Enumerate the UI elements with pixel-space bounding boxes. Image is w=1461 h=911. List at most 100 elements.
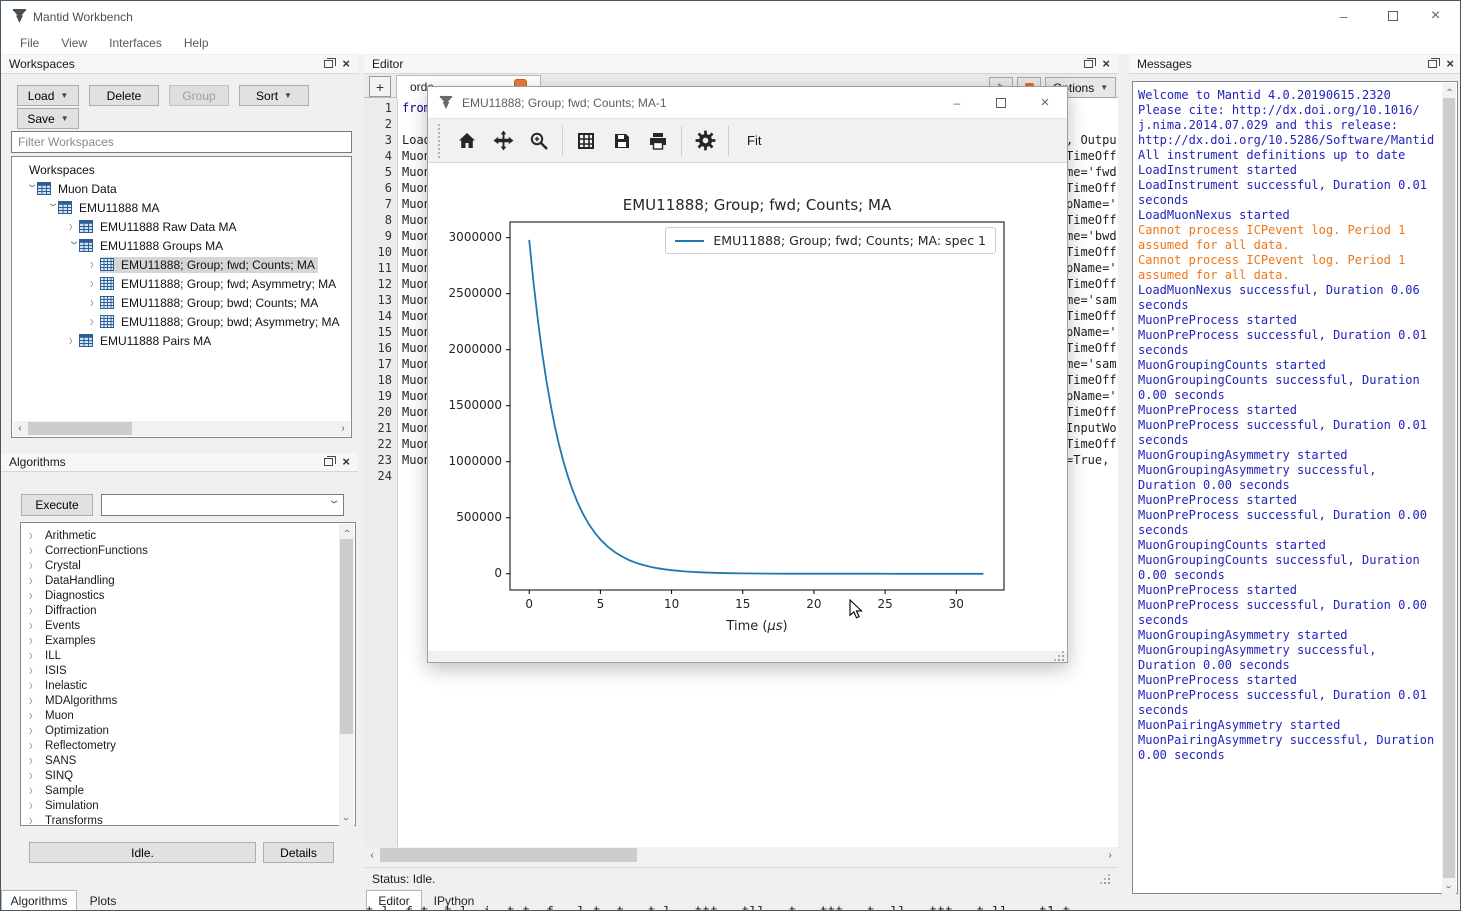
algorithm-category[interactable]: ›ILL	[21, 648, 355, 663]
chevron-right-icon[interactable]: ›	[29, 737, 39, 754]
details-button[interactable]: Details	[263, 842, 334, 863]
algorithm-category[interactable]: ›DataHandling	[21, 573, 355, 588]
pan-icon[interactable]	[490, 128, 516, 154]
chevron-right-icon[interactable]: ›	[29, 752, 39, 769]
chevron-down-icon[interactable]: ›	[66, 241, 83, 251]
sort-button[interactable]: Sort▼	[239, 85, 309, 106]
chevron-right-icon[interactable]: ›	[90, 294, 100, 311]
workspace-tree-item[interactable]: ›EMU11888; Group; bwd; Counts; MA	[12, 293, 351, 312]
zoom-icon[interactable]	[526, 128, 552, 154]
close-panel-icon[interactable]: ×	[342, 59, 350, 69]
scroll-right-icon[interactable]: ›	[1105, 849, 1115, 861]
chevron-right-icon[interactable]: ›	[29, 797, 39, 814]
algorithm-category[interactable]: ›MDAlgorithms	[21, 693, 355, 708]
save-icon[interactable]	[609, 128, 635, 154]
scroll-down-icon[interactable]: ›	[1444, 882, 1454, 892]
scroll-left-icon[interactable]: ‹	[15, 423, 25, 434]
algorithm-category[interactable]: ›Reflectometry	[21, 738, 355, 753]
algorithms-vscrollbar[interactable]: › ›	[339, 524, 354, 826]
chevron-right-icon[interactable]: ›	[90, 256, 100, 273]
algorithm-search-combobox[interactable]: ›	[101, 494, 344, 516]
close-button[interactable]: ×	[1023, 87, 1067, 118]
workspace-tree-item[interactable]: ›EMU11888 Raw Data MA	[12, 217, 351, 236]
scroll-down-icon[interactable]: ›	[342, 814, 352, 825]
grid-icon[interactable]	[573, 128, 599, 154]
tab-algorithms[interactable]: Algorithms	[1, 890, 77, 911]
chevron-right-icon[interactable]: ›	[29, 692, 39, 709]
chevron-right-icon[interactable]: ›	[29, 707, 39, 724]
scroll-left-icon[interactable]: ‹	[367, 849, 377, 861]
float-panel-icon[interactable]	[324, 458, 333, 466]
resize-grip[interactable]	[1054, 651, 1064, 661]
chevron-right-icon[interactable]: ›	[29, 647, 39, 664]
maximize-button[interactable]	[979, 87, 1023, 118]
chevron-right-icon[interactable]: ›	[29, 527, 39, 544]
workspace-tree-item[interactable]: ›EMU11888 Pairs MA	[12, 331, 351, 350]
algorithm-category[interactable]: ›Sample	[21, 783, 355, 798]
float-panel-icon[interactable]	[324, 60, 333, 68]
menu-view[interactable]: View	[50, 33, 98, 53]
chevron-right-icon[interactable]: ›	[29, 572, 39, 589]
filter-workspaces-input[interactable]	[11, 131, 352, 153]
workspace-tree-item[interactable]: ›EMU11888; Group; fwd; Asymmetry; MA	[12, 274, 351, 293]
close-button[interactable]: ×	[1413, 1, 1458, 31]
home-icon[interactable]	[454, 128, 480, 154]
group-button[interactable]: Group	[169, 85, 229, 106]
scrollbar-thumb[interactable]	[340, 539, 353, 734]
chevron-right-icon[interactable]: ›	[90, 275, 100, 292]
chevron-right-icon[interactable]: ›	[29, 542, 39, 559]
workspace-tree-item[interactable]: ›Muon Data	[12, 179, 351, 198]
algorithm-category[interactable]: ›Simulation	[21, 798, 355, 813]
scrollbar-thumb[interactable]	[28, 422, 132, 435]
print-icon[interactable]	[645, 128, 671, 154]
float-panel-icon[interactable]	[1084, 60, 1093, 68]
messages-log[interactable]: Welcome to Mantid 4.0.20190615.2320Pleas…	[1132, 81, 1458, 894]
fit-button[interactable]: Fit	[739, 129, 769, 152]
scroll-right-icon[interactable]: ›	[338, 423, 348, 434]
chevron-right-icon[interactable]: ›	[29, 602, 39, 619]
algorithm-category[interactable]: ›Events	[21, 618, 355, 633]
new-tab-button[interactable]: +	[369, 76, 391, 97]
algorithm-category[interactable]: ›Crystal	[21, 558, 355, 573]
algorithm-category[interactable]: ›Examples	[21, 633, 355, 648]
chevron-right-icon[interactable]: ›	[29, 617, 39, 634]
chevron-right-icon[interactable]: ›	[69, 332, 79, 349]
scrollbar-thumb[interactable]	[1443, 98, 1455, 878]
chevron-right-icon[interactable]: ›	[90, 313, 100, 330]
save-button[interactable]: Save▼	[17, 108, 79, 129]
close-panel-icon[interactable]: ×	[1446, 59, 1454, 69]
plot-window-title-bar[interactable]: EMU11888; Group; fwd; Counts; MA-1 – ×	[428, 87, 1067, 119]
chevron-right-icon[interactable]: ›	[69, 218, 79, 235]
menu-help[interactable]: Help	[173, 33, 220, 53]
load-button[interactable]: Load▼	[17, 85, 79, 106]
close-panel-icon[interactable]: ×	[342, 457, 350, 467]
workspace-tree-item[interactable]: ›EMU11888; Group; bwd; Asymmetry; MA	[12, 312, 351, 331]
chevron-right-icon[interactable]: ›	[29, 677, 39, 694]
tab-plots[interactable]: Plots	[77, 890, 129, 911]
algorithm-progress-button[interactable]: Idle.	[29, 842, 256, 863]
menu-file[interactable]: File	[9, 33, 50, 53]
scroll-up-icon[interactable]: ›	[342, 526, 352, 537]
workspace-tree-item[interactable]: ›EMU11888 Groups MA	[12, 236, 351, 255]
chevron-right-icon[interactable]: ›	[29, 662, 39, 679]
algorithm-category[interactable]: ›Transforms	[21, 813, 355, 828]
minimize-button[interactable]: –	[935, 87, 979, 118]
minimize-button[interactable]: –	[1321, 1, 1366, 31]
float-panel-icon[interactable]	[1428, 60, 1437, 68]
delete-button[interactable]: Delete	[89, 85, 159, 106]
chevron-right-icon[interactable]: ›	[29, 722, 39, 739]
scrollbar-thumb[interactable]	[380, 848, 637, 862]
chevron-right-icon[interactable]: ›	[29, 557, 39, 574]
settings-icon[interactable]	[692, 128, 718, 154]
workspaces-hscrollbar[interactable]: ‹ ›	[13, 421, 350, 436]
chevron-down-icon[interactable]: ›	[24, 184, 41, 194]
algorithm-category[interactable]: ›CorrectionFunctions	[21, 543, 355, 558]
chevron-right-icon[interactable]: ›	[29, 782, 39, 799]
algorithm-category[interactable]: ›Arithmetic	[21, 528, 355, 543]
chevron-right-icon[interactable]: ›	[29, 767, 39, 784]
close-panel-icon[interactable]: ×	[1102, 59, 1110, 69]
editor-hscrollbar[interactable]: ‹ ›	[364, 847, 1118, 863]
execute-button[interactable]: Execute	[21, 494, 93, 516]
plot-canvas[interactable]: EMU11888; Group; fwd; Counts; MA EMU1188…	[428, 163, 1067, 651]
menu-interfaces[interactable]: Interfaces	[98, 33, 173, 53]
